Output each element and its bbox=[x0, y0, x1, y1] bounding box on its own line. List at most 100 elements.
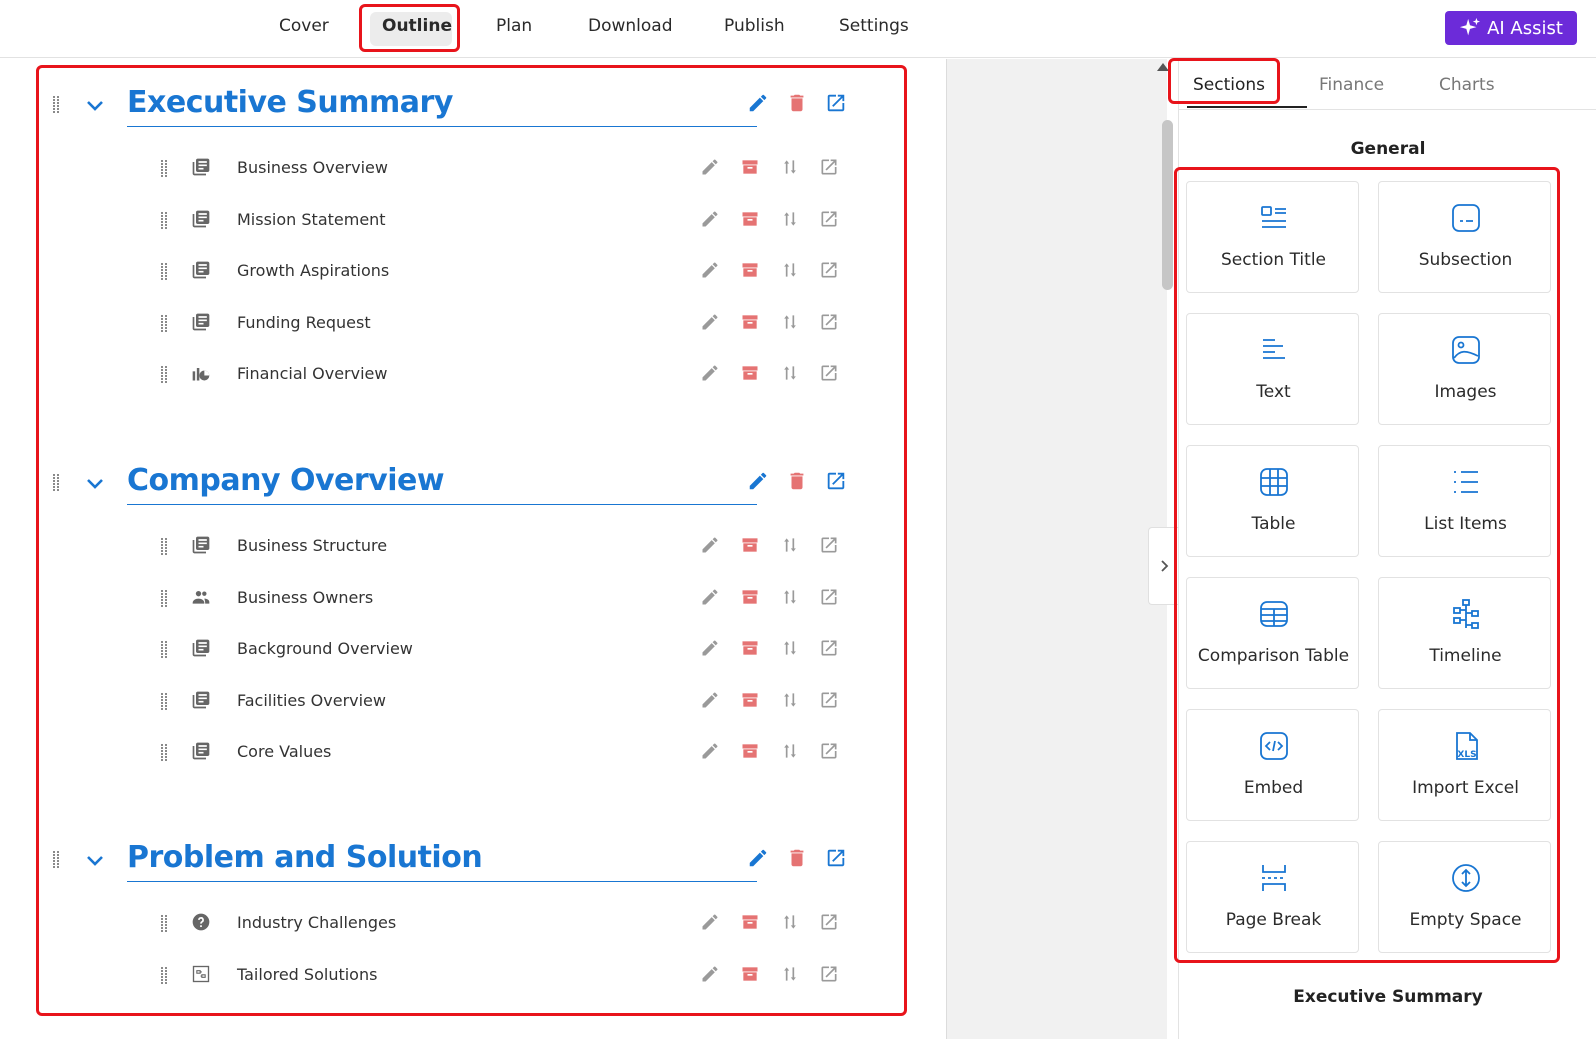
nav-tab-settings[interactable]: Settings bbox=[839, 16, 909, 36]
outline-item-row[interactable]: Growth Aspirations bbox=[40, 251, 920, 291]
reorder-item-icon[interactable] bbox=[780, 363, 800, 383]
reorder-item-icon[interactable] bbox=[780, 587, 800, 607]
chevron-down-icon[interactable] bbox=[84, 473, 106, 495]
tab-finance[interactable]: Finance bbox=[1319, 75, 1384, 95]
element-tile-list-items[interactable]: List Items bbox=[1378, 445, 1551, 557]
item-drag-handle-icon[interactable] bbox=[161, 641, 169, 659]
edit-item-pencil-icon[interactable] bbox=[700, 209, 720, 229]
outline-item-row[interactable]: Funding Request bbox=[40, 303, 920, 343]
outline-item-row[interactable]: Financial Overview bbox=[40, 354, 920, 394]
collapse-panel-button[interactable] bbox=[1148, 527, 1178, 605]
edit-item-pencil-icon[interactable] bbox=[700, 260, 720, 280]
edit-item-pencil-icon[interactable] bbox=[700, 741, 720, 761]
outline-item-row[interactable]: Core Values bbox=[40, 732, 920, 772]
chevron-down-icon[interactable] bbox=[84, 850, 106, 872]
section-drag-handle-icon[interactable] bbox=[53, 851, 61, 868]
open-item-external-icon[interactable] bbox=[819, 260, 839, 280]
reorder-item-icon[interactable] bbox=[780, 209, 800, 229]
edit-item-pencil-icon[interactable] bbox=[700, 535, 720, 555]
delete-section-trash-icon[interactable] bbox=[786, 92, 808, 114]
reorder-item-icon[interactable] bbox=[780, 535, 800, 555]
outline-item-row[interactable]: Industry Challenges bbox=[40, 903, 920, 943]
outline-item-label[interactable]: Business Overview bbox=[237, 158, 388, 177]
open-section-external-icon[interactable] bbox=[825, 92, 847, 114]
item-drag-handle-icon[interactable] bbox=[161, 692, 169, 710]
archive-item-icon[interactable] bbox=[740, 690, 760, 710]
nav-tab-plan[interactable]: Plan bbox=[496, 16, 532, 36]
reorder-item-icon[interactable] bbox=[780, 638, 800, 658]
outline-item-label[interactable]: Financial Overview bbox=[237, 364, 387, 383]
section-drag-handle-icon[interactable] bbox=[53, 474, 61, 491]
open-section-external-icon[interactable] bbox=[825, 847, 847, 869]
open-item-external-icon[interactable] bbox=[819, 157, 839, 177]
open-item-external-icon[interactable] bbox=[819, 964, 839, 984]
tab-sections[interactable]: Sections bbox=[1193, 75, 1265, 95]
archive-item-icon[interactable] bbox=[740, 964, 760, 984]
open-item-external-icon[interactable] bbox=[819, 638, 839, 658]
scroll-up-arrow-icon[interactable] bbox=[1157, 63, 1169, 71]
outline-item-row[interactable]: Business Owners bbox=[40, 578, 920, 618]
item-drag-handle-icon[interactable] bbox=[161, 263, 169, 281]
archive-item-icon[interactable] bbox=[740, 912, 760, 932]
section-title[interactable]: Executive Summary bbox=[127, 85, 453, 120]
archive-item-icon[interactable] bbox=[740, 157, 760, 177]
section-title[interactable]: Problem and Solution bbox=[127, 840, 483, 875]
edit-item-pencil-icon[interactable] bbox=[700, 964, 720, 984]
element-tile-table[interactable]: Table bbox=[1186, 445, 1359, 557]
edit-item-pencil-icon[interactable] bbox=[700, 690, 720, 710]
item-drag-handle-icon[interactable] bbox=[161, 366, 169, 384]
outline-item-label[interactable]: Background Overview bbox=[237, 639, 413, 658]
edit-item-pencil-icon[interactable] bbox=[700, 912, 720, 932]
item-drag-handle-icon[interactable] bbox=[161, 744, 169, 762]
element-tile-comparison-table[interactable]: Comparison Table bbox=[1186, 577, 1359, 689]
nav-tab-publish[interactable]: Publish bbox=[724, 16, 785, 36]
section-title[interactable]: Company Overview bbox=[127, 463, 445, 498]
element-tile-embed[interactable]: Embed bbox=[1186, 709, 1359, 821]
item-drag-handle-icon[interactable] bbox=[161, 915, 169, 932]
edit-item-pencil-icon[interactable] bbox=[700, 157, 720, 177]
reorder-item-icon[interactable] bbox=[780, 964, 800, 984]
outline-item-row[interactable]: Mission Statement bbox=[40, 200, 920, 240]
item-drag-handle-icon[interactable] bbox=[161, 211, 169, 229]
outline-item-row[interactable]: Facilities Overview bbox=[40, 681, 920, 721]
item-drag-handle-icon[interactable] bbox=[161, 966, 169, 984]
archive-item-icon[interactable] bbox=[740, 741, 760, 761]
section-drag-handle-icon[interactable] bbox=[53, 96, 61, 113]
outline-item-label[interactable]: Business Owners bbox=[237, 588, 373, 607]
outline-item-label[interactable]: Mission Statement bbox=[237, 210, 386, 229]
edit-item-pencil-icon[interactable] bbox=[700, 587, 720, 607]
nav-tab-download[interactable]: Download bbox=[588, 16, 673, 36]
edit-section-pencil-icon[interactable] bbox=[747, 92, 769, 114]
archive-item-icon[interactable] bbox=[740, 312, 760, 332]
item-drag-handle-icon[interactable] bbox=[161, 314, 169, 332]
item-drag-handle-icon[interactable] bbox=[161, 538, 169, 555]
archive-item-icon[interactable] bbox=[740, 535, 760, 555]
outline-item-row[interactable]: Business Structure bbox=[40, 526, 920, 566]
edit-section-pencil-icon[interactable] bbox=[747, 847, 769, 869]
reorder-item-icon[interactable] bbox=[780, 312, 800, 332]
open-section-external-icon[interactable] bbox=[825, 470, 847, 492]
outline-item-row[interactable]: Background Overview bbox=[40, 629, 920, 669]
reorder-item-icon[interactable] bbox=[780, 690, 800, 710]
open-item-external-icon[interactable] bbox=[819, 209, 839, 229]
archive-item-icon[interactable] bbox=[740, 587, 760, 607]
reorder-item-icon[interactable] bbox=[780, 741, 800, 761]
outline-item-label[interactable]: Tailored Solutions bbox=[237, 965, 377, 984]
edit-item-pencil-icon[interactable] bbox=[700, 363, 720, 383]
delete-section-trash-icon[interactable] bbox=[786, 470, 808, 492]
outline-item-row[interactable]: Business Overview bbox=[40, 148, 920, 188]
open-item-external-icon[interactable] bbox=[819, 912, 839, 932]
edit-item-pencil-icon[interactable] bbox=[700, 638, 720, 658]
edit-section-pencil-icon[interactable] bbox=[747, 470, 769, 492]
outline-item-label[interactable]: Facilities Overview bbox=[237, 691, 386, 710]
element-tile-section-title[interactable]: Section Title bbox=[1186, 181, 1359, 293]
ai-assist-button[interactable]: AI Assist bbox=[1445, 11, 1577, 45]
item-drag-handle-icon[interactable] bbox=[161, 589, 169, 607]
delete-section-trash-icon[interactable] bbox=[786, 847, 808, 869]
outline-item-label[interactable]: Core Values bbox=[237, 742, 331, 761]
outline-item-label[interactable]: Industry Challenges bbox=[237, 913, 396, 932]
element-tile-import-excel[interactable]: XLS Import Excel bbox=[1378, 709, 1551, 821]
archive-item-icon[interactable] bbox=[740, 363, 760, 383]
reorder-item-icon[interactable] bbox=[780, 260, 800, 280]
archive-item-icon[interactable] bbox=[740, 209, 760, 229]
